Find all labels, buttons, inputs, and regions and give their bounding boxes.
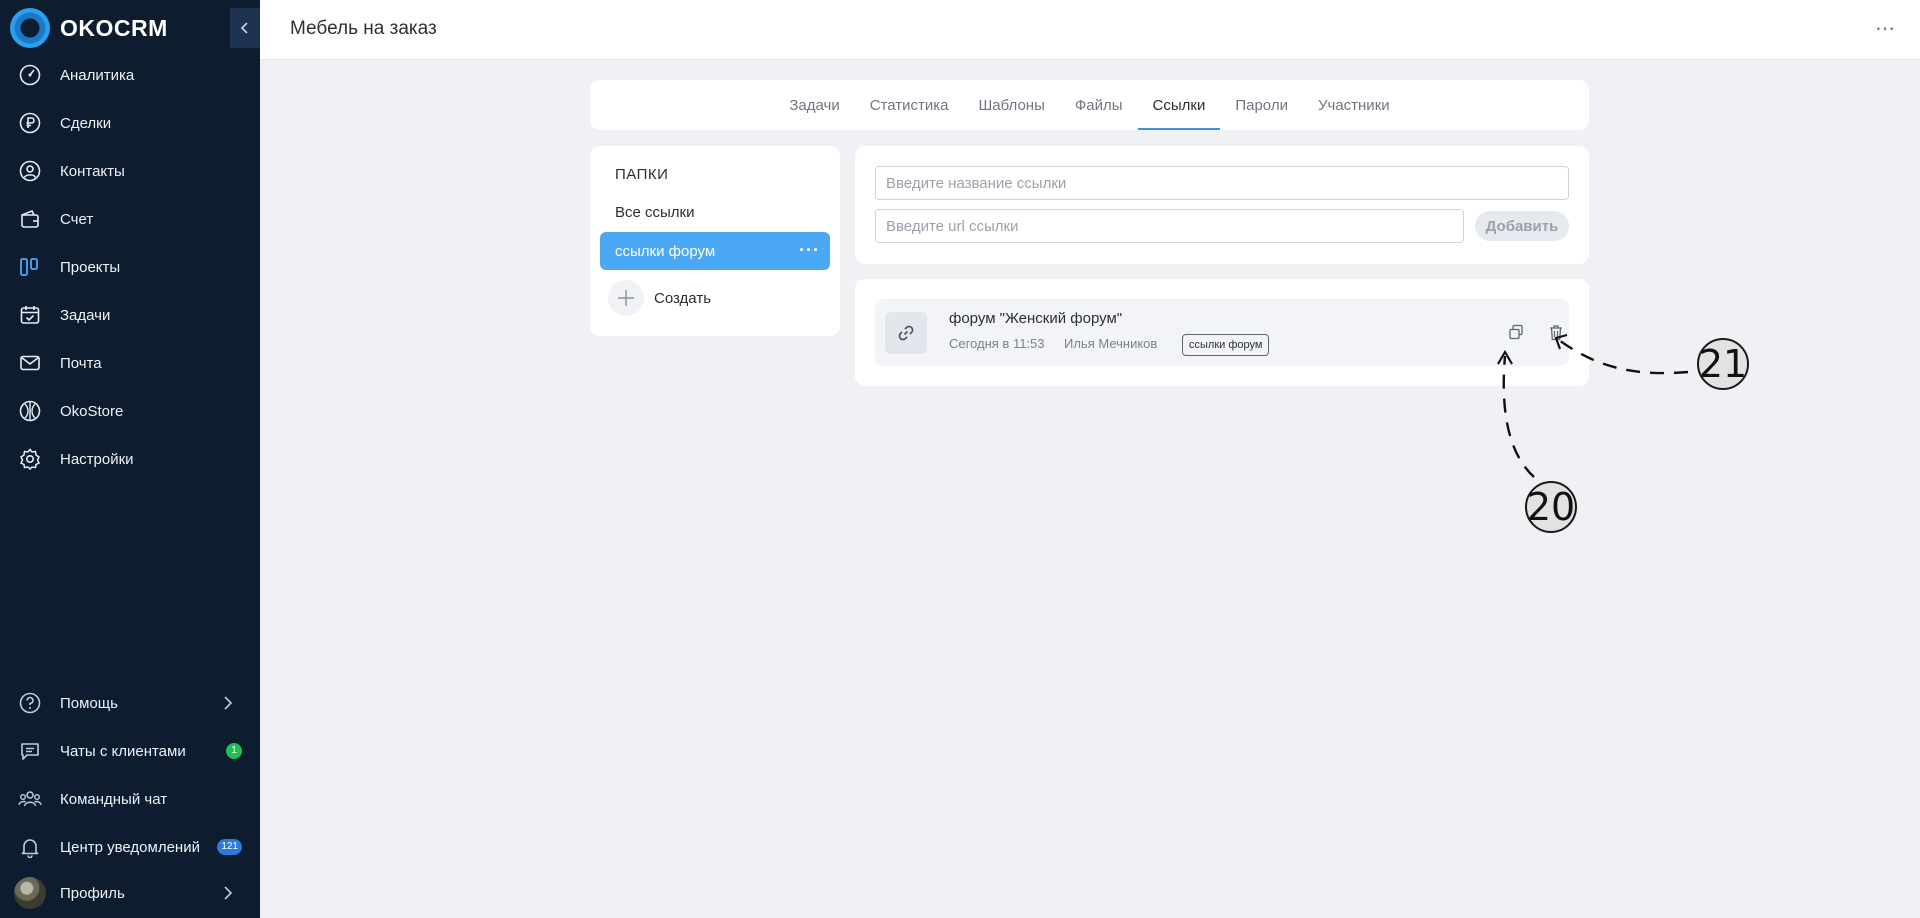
page-title: Мебель на заказ <box>290 18 437 39</box>
brand[interactable]: OKOCRM <box>10 8 168 48</box>
sidebar-item-label: Задачи <box>60 306 111 324</box>
link-icon <box>885 312 927 354</box>
folders-title: ПАПКИ <box>615 166 669 183</box>
sidebar-item-label: Настройки <box>60 450 134 468</box>
tab-passwords[interactable]: Пароли <box>1220 80 1303 130</box>
chevron-left-icon <box>240 22 248 34</box>
sidebar-item-okostore[interactable]: OkoStore <box>0 391 260 431</box>
wallet-icon <box>18 207 42 231</box>
sidebar-item-client-chats[interactable]: Чаты с клиентами 1 <box>0 731 260 771</box>
sidebar-item-label: Сделки <box>60 114 112 132</box>
folder-all-links[interactable]: Все ссылки <box>600 193 830 231</box>
chat-icon <box>18 739 42 763</box>
team-icon <box>18 787 42 811</box>
help-icon <box>18 691 42 715</box>
sidebar-item-analytics[interactable]: Аналитика <box>0 55 260 95</box>
unread-badge: 1 <box>226 743 242 759</box>
folder-tag: ссылки форум <box>1182 334 1270 356</box>
sidebar-item-settings[interactable]: Настройки <box>0 439 260 479</box>
sidebar-item-label: Аналитика <box>60 66 135 84</box>
sidebar-item-label: Почта <box>60 354 102 372</box>
sidebar-item-label: Профиль <box>60 884 125 902</box>
sidebar-item-help[interactable]: Помощь <box>0 683 260 723</box>
project-tabs: Задачи Статистика Шаблоны Файлы Ссылки П… <box>590 80 1589 130</box>
kanban-icon <box>18 255 42 279</box>
annotation-arrows <box>1497 333 1689 478</box>
link-date: Сегодня в 11:53 <box>949 336 1045 351</box>
sidebar-item-label: Помощь <box>60 694 118 712</box>
folder-more-icon[interactable]: ··· <box>799 240 820 261</box>
chevron-right-icon <box>224 886 233 900</box>
tab-tasks[interactable]: Задачи <box>774 80 854 130</box>
calendar-check-icon <box>18 303 42 327</box>
sidebar-item-label: Чаты с клиентами <box>60 742 186 760</box>
tab-files[interactable]: Файлы <box>1060 80 1138 130</box>
speedometer-icon <box>18 63 42 87</box>
sidebar-item-mail[interactable]: Почта <box>0 343 260 383</box>
link-name-input[interactable] <box>875 166 1569 200</box>
link-title[interactable]: форум "Женский форум" <box>949 310 1122 327</box>
bell-icon <box>18 835 42 859</box>
create-folder-button[interactable]: Создать <box>608 280 711 316</box>
link-author: Илья Мечников <box>1064 336 1158 351</box>
folder-label: ссылки форум <box>615 242 716 260</box>
sidebar-item-deals[interactable]: Сделки <box>0 103 260 143</box>
sidebar-item-label: OkoStore <box>60 402 124 420</box>
mail-icon <box>18 351 42 375</box>
sidebar-item-label: Счет <box>60 210 94 228</box>
add-link-button[interactable]: Добавить <box>1475 211 1569 241</box>
tab-links[interactable]: Ссылки <box>1137 80 1221 130</box>
link-item[interactable]: форум "Женский форум" Сегодня в 11:53 Ил… <box>875 299 1569 366</box>
gear-icon <box>18 447 42 471</box>
sidebar-item-projects[interactable]: Проекты <box>0 247 260 287</box>
person-icon <box>18 159 42 183</box>
sidebar-item-label: Контакты <box>60 162 125 180</box>
copy-icon[interactable] <box>1505 321 1527 343</box>
sidebar-item-invoice[interactable]: Счет <box>0 199 260 239</box>
ruble-icon <box>18 111 42 135</box>
tab-statistics[interactable]: Статистика <box>855 80 964 130</box>
chevron-right-icon <box>224 696 233 710</box>
more-options-icon[interactable]: ⋯ <box>1875 16 1896 41</box>
link-url-input[interactable] <box>875 209 1464 243</box>
collapse-sidebar-button[interactable] <box>230 8 260 48</box>
store-icon <box>18 399 42 423</box>
notifications-badge: 121 <box>217 839 242 855</box>
folder-forum-links[interactable]: ссылки форум ··· <box>600 232 830 270</box>
annotation-marker-20: 20 <box>1525 481 1577 533</box>
avatar <box>14 877 46 909</box>
annotation-marker-21: 21 <box>1697 338 1749 390</box>
logo-icon <box>10 8 50 48</box>
sidebar-item-notifications[interactable]: Центр уведомлений 121 <box>0 827 260 867</box>
add-link-form: Добавить <box>855 146 1589 264</box>
plus-icon <box>608 280 644 316</box>
folders-panel: ПАПКИ Все ссылки ссылки форум ··· Создат… <box>590 146 840 336</box>
sidebar-item-label: Командный чат <box>60 790 168 808</box>
trash-icon[interactable] <box>1545 321 1567 343</box>
tab-members[interactable]: Участники <box>1303 80 1405 130</box>
sidebar-item-profile[interactable]: Профиль <box>0 873 260 913</box>
sidebar: OKOCRM Аналитика Сделки Контакты Счет Пр… <box>0 0 260 918</box>
page-header: Мебель на заказ ⋯ <box>260 0 1920 60</box>
sidebar-item-label: Центр уведомлений <box>60 838 200 856</box>
links-list: форум "Женский форум" Сегодня в 11:53 Ил… <box>855 279 1589 386</box>
sidebar-item-label: Проекты <box>60 258 121 276</box>
tab-templates[interactable]: Шаблоны <box>964 80 1060 130</box>
sidebar-item-tasks[interactable]: Задачи <box>0 295 260 335</box>
create-folder-label: Создать <box>654 289 712 307</box>
sidebar-item-contacts[interactable]: Контакты <box>0 151 260 191</box>
sidebar-item-team-chat[interactable]: Командный чат <box>0 779 260 819</box>
brand-name: OKOCRM <box>60 14 168 41</box>
